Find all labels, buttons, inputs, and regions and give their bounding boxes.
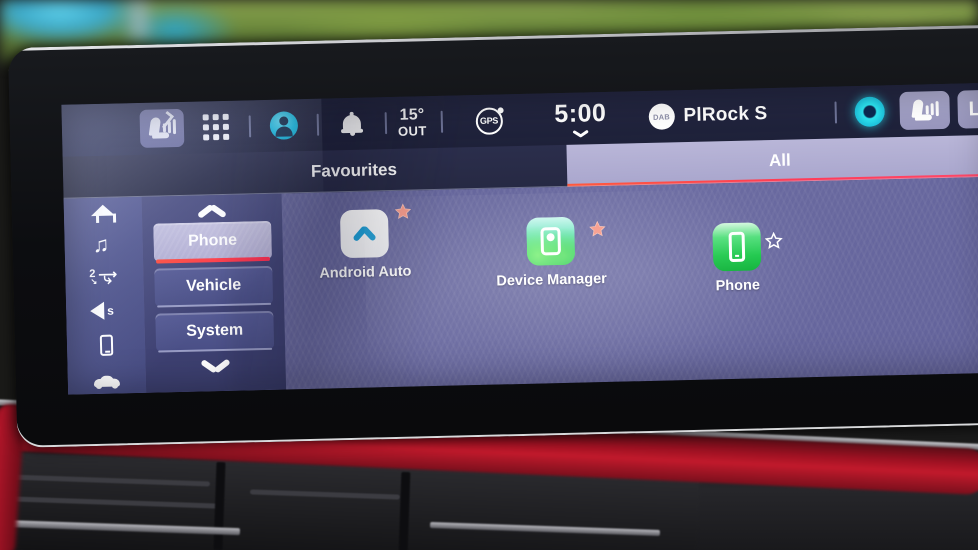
- scroll-down-button[interactable]: [200, 360, 230, 375]
- seat-heating-button[interactable]: [139, 108, 185, 148]
- app-grid: Android Auto Device Manager Phone: [282, 177, 978, 390]
- app-item-phone[interactable]: Phone: [680, 222, 794, 296]
- clock-time: 5:00: [554, 98, 607, 129]
- category-system-label: System: [186, 321, 244, 340]
- device-manager-icon: [526, 216, 576, 266]
- status-divider: [440, 110, 443, 133]
- favourite-star-icon[interactable]: [394, 203, 412, 221]
- sidebar-item-home[interactable]: [75, 203, 131, 225]
- favourite-star-icon[interactable]: [588, 220, 606, 238]
- android-auto-icon: [339, 209, 390, 259]
- right-edge-label: L: [968, 97, 978, 120]
- radio-station-name[interactable]: PlRock S: [683, 103, 767, 127]
- profile-icon: [269, 111, 299, 140]
- voice-assistant-button[interactable]: [847, 92, 892, 131]
- outside-temperature[interactable]: 15° OUT: [397, 106, 427, 139]
- tab-all-label: All: [768, 150, 791, 171]
- seat-heating-icon: [148, 110, 177, 140]
- infotainment-screen: 15° OUT GPS 5:00 DAB PlRock S L Favourit…: [61, 82, 978, 395]
- home-icon: [91, 205, 115, 224]
- dab-badge: DAB: [648, 103, 675, 130]
- bell-icon: [341, 111, 364, 137]
- seat-heating-icon: [911, 99, 939, 122]
- app-item-device-manager[interactable]: Device Manager: [494, 216, 608, 290]
- speaker-icon: s: [90, 301, 120, 320]
- app-content-area: ♫ 2 ⟶ ↘ ⤷ s Phone Vehicle System Android…: [63, 176, 978, 395]
- display-bezel: 15° OUT GPS 5:00 DAB PlRock S L Favourit…: [8, 24, 978, 448]
- sidebar-item-vehicle[interactable]: [79, 371, 135, 393]
- navigation-route-icon: 2 ⟶ ↘ ⤷: [89, 266, 118, 289]
- temperature-value: 15°: [399, 106, 425, 125]
- sidebar-item-navigation[interactable]: 2 ⟶ ↘ ⤷: [76, 267, 132, 289]
- apps-grid-icon: [202, 113, 230, 141]
- status-right-cluster: L: [823, 89, 978, 132]
- category-vehicle[interactable]: Vehicle: [154, 265, 274, 307]
- app-label: Android Auto: [319, 263, 412, 282]
- car-icon: [93, 374, 121, 389]
- app-label: Device Manager: [496, 270, 607, 290]
- category-system[interactable]: System: [155, 310, 275, 352]
- chevron-down-icon: [573, 129, 588, 137]
- volume-letter: s: [107, 303, 115, 318]
- favourite-star-outline-icon[interactable]: [764, 231, 783, 250]
- voice-assistant-icon: [854, 96, 886, 128]
- phone-app-icon: [712, 222, 762, 272]
- notifications-button[interactable]: [329, 104, 374, 143]
- scroll-up-button[interactable]: [197, 203, 227, 218]
- status-divider: [834, 101, 838, 124]
- phone-device-icon: [99, 334, 113, 356]
- right-edge-button[interactable]: L: [957, 89, 978, 129]
- music-note-icon: ♫: [92, 231, 110, 258]
- status-divider: [384, 112, 388, 135]
- gps-icon: GPS: [475, 106, 503, 135]
- sidebar-item-volume[interactable]: s: [77, 300, 133, 322]
- sidebar-item-media[interactable]: ♫: [75, 231, 132, 258]
- user-profile-button[interactable]: [261, 106, 306, 145]
- app-label: Phone: [715, 277, 761, 295]
- tab-favourites-label: Favourites: [310, 159, 398, 181]
- temperature-unit-label: OUT: [397, 122, 427, 139]
- sidebar-item-phone[interactable]: [78, 334, 134, 356]
- app-item-android-auto[interactable]: Android Auto: [308, 203, 422, 282]
- category-phone[interactable]: Phone: [153, 220, 273, 262]
- all-apps-button[interactable]: [193, 108, 238, 147]
- status-divider: [316, 113, 320, 136]
- clock-button[interactable]: 5:00: [554, 99, 607, 138]
- category-phone-label: Phone: [187, 231, 238, 250]
- category-list: Phone Vehicle System: [141, 193, 287, 393]
- seat-heating-right-button[interactable]: [899, 90, 951, 131]
- category-vehicle-label: Vehicle: [185, 276, 242, 295]
- status-divider: [248, 115, 252, 138]
- main-sidebar: ♫ 2 ⟶ ↘ ⤷ s: [63, 196, 147, 395]
